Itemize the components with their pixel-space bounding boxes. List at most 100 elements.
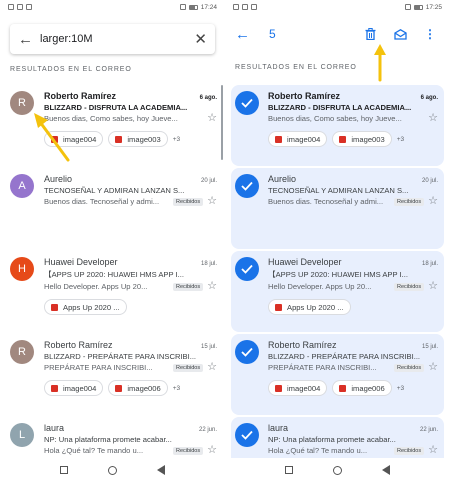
attachment-chip[interactable]: Apps Up 2020 ... [44, 299, 127, 315]
star-icon[interactable]: ☆ [428, 362, 438, 373]
mark-read-icon[interactable] [390, 24, 410, 44]
recents-button[interactable] [60, 466, 68, 474]
status-bar: 17:24 [0, 0, 225, 14]
email-row[interactable]: Roberto Ramírez 6 ago. BLIZZARD - DISFRUTA… [231, 85, 444, 166]
image-file-icon [51, 135, 58, 143]
avatar[interactable]: R [10, 340, 34, 364]
home-button[interactable] [108, 465, 117, 475]
email-sender: Roberto Ramírez [268, 340, 337, 350]
clear-search-icon[interactable]: ✕ [194, 30, 207, 48]
attachment-chip[interactable]: image004 [44, 131, 104, 147]
email-date: 22 jun. [419, 427, 438, 433]
scrollbar[interactable] [221, 85, 223, 160]
star-icon[interactable]: ☆ [207, 445, 217, 456]
email-date: 18 jul. [421, 261, 438, 267]
selected-check-icon[interactable] [235, 91, 259, 115]
star-icon[interactable]: ☆ [428, 113, 438, 124]
left-screen: 17:24 ← larger:10M ✕ RESULTADOS EN EL CO… [0, 0, 225, 482]
email-snippet: Buenos dias, Como sabes, hoy Jueve... [268, 114, 402, 123]
star-icon[interactable]: ☆ [428, 196, 438, 207]
more-attachments-count: +3 [396, 384, 405, 392]
notification-icon [26, 4, 32, 10]
recents-button[interactable] [285, 466, 293, 474]
search-bar[interactable]: ← larger:10M ✕ [10, 24, 215, 54]
email-date: 18 jul. [200, 261, 217, 267]
email-subject: BLIZZARD - DISFRUTA LA ACADEMIA... [44, 103, 188, 112]
attachment-chip[interactable]: image004 [44, 380, 104, 396]
star-icon[interactable]: ☆ [428, 445, 438, 456]
email-subject: NP: Una plataforma promete acabar... [268, 435, 396, 444]
attachment-name: Apps Up 2020 ... [287, 302, 344, 312]
email-snippet: PREPÁRATE PARA INSCRIBI... [268, 363, 377, 372]
email-sender: Aurelio [268, 174, 297, 184]
email-snippet: Buenos dias. Tecnoseñal y admi... [268, 197, 384, 206]
trash-icon[interactable] [360, 24, 380, 44]
selected-check-icon[interactable] [235, 423, 259, 447]
star-icon[interactable]: ☆ [207, 362, 217, 373]
email-sender: Roberto Ramírez [44, 340, 113, 350]
email-sender: Huawei Developer [44, 257, 118, 267]
battery-icon [413, 4, 423, 10]
attachment-chip[interactable]: image006 [332, 380, 392, 396]
avatar[interactable]: A [10, 174, 34, 198]
email-subject: NP: Una plataforma promete acabar... [44, 435, 172, 444]
back-button[interactable] [382, 465, 390, 475]
image-file-icon [275, 303, 282, 311]
home-button[interactable] [333, 465, 342, 475]
email-list: Roberto Ramírez 6 ago. BLIZZARD - DISFRUTA… [225, 85, 450, 482]
email-snippet: Hola ¿Qué tal? Te mando u... [268, 446, 368, 455]
image-file-icon [275, 384, 282, 392]
back-button[interactable] [157, 465, 165, 475]
notification-icon [8, 4, 14, 10]
more-attachments-count: +3 [396, 135, 405, 143]
email-subject: 【APPS UP 2020: HUAWEI HMS APP I... [268, 270, 408, 279]
attachment-name: image004 [287, 134, 321, 144]
star-icon[interactable]: ☆ [428, 281, 438, 292]
selected-check-icon[interactable] [235, 257, 259, 281]
label-badge: Recibidos [172, 197, 204, 206]
selected-check-icon[interactable] [235, 174, 259, 198]
attachment-name: image004 [63, 383, 97, 393]
email-subject: BLIZZARD - DISFRUTA LA ACADEMIA... [268, 103, 412, 112]
search-query[interactable]: larger:10M [40, 33, 194, 45]
email-row[interactable]: Roberto Ramírez 15 jul. BLIZZARD - PREPÁRA… [231, 334, 444, 415]
email-row[interactable]: R Roberto Ramírez 6 ago. BLIZZARD - DISFRUT… [0, 85, 225, 168]
attachment-chip[interactable]: image003 [108, 131, 168, 147]
notification-icon [233, 4, 239, 10]
image-file-icon [339, 135, 347, 143]
attachment-chip[interactable]: image004 [268, 380, 328, 396]
email-date: 15 jul. [200, 344, 217, 350]
attachment-chip[interactable]: Apps Up 2020 ... [268, 299, 351, 315]
email-row[interactable]: Huawei Developer 18 jul. 【APPS UP 2020: HU… [231, 251, 444, 332]
image-file-icon [115, 384, 123, 392]
attachment-name: image006 [127, 383, 161, 393]
attachment-name: image003 [351, 134, 385, 144]
email-sender: Roberto Ramírez [44, 91, 117, 101]
label-badge: Recibidos [172, 282, 204, 291]
email-date: 6 ago. [420, 95, 438, 101]
avatar[interactable]: R [10, 91, 34, 115]
email-row[interactable]: H Huawei Developer 18 jul. 【APPS UP 2020: H… [0, 251, 225, 334]
notification-icon [242, 4, 248, 10]
attachment-chip[interactable]: image006 [108, 380, 168, 396]
email-row[interactable]: R Roberto Ramírez 15 jul. BLIZZARD - PREPÁR… [0, 334, 225, 417]
avatar[interactable]: H [10, 257, 34, 281]
email-sender: Huawei Developer [268, 257, 342, 267]
back-arrow-icon[interactable]: ← [235, 26, 269, 43]
back-arrow-icon[interactable]: ← [18, 31, 40, 48]
status-time: 17:24 [200, 3, 217, 11]
right-screen: 17:25 ← 5 ⋮ RESULTADOS EN EL CORREO Robe… [225, 0, 450, 482]
attachment-chip[interactable]: image004 [268, 131, 328, 147]
email-row[interactable]: Aurelio 20 jul. TECNOSEÑAL Y ADMIRAN LANZA… [231, 168, 444, 249]
email-row[interactable]: A Aurelio 20 jul. TECNOSEÑAL Y ADMIRAN LANZ… [0, 168, 225, 251]
battery-icon [188, 4, 198, 10]
more-options-icon[interactable]: ⋮ [420, 24, 440, 44]
star-icon[interactable]: ☆ [207, 281, 217, 292]
wifi-icon [404, 4, 411, 10]
avatar[interactable]: L [10, 423, 34, 447]
attachment-chip[interactable]: image003 [332, 131, 392, 147]
system-nav-bar [225, 458, 450, 482]
star-icon[interactable]: ☆ [207, 196, 217, 207]
star-icon[interactable]: ☆ [207, 113, 217, 124]
selected-check-icon[interactable] [235, 340, 259, 364]
